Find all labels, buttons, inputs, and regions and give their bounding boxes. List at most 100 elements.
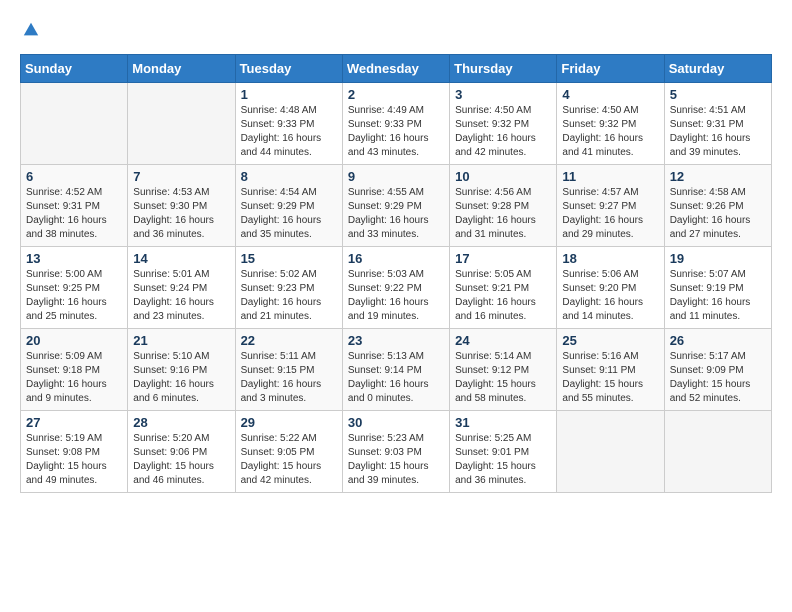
calendar-cell: 10 Sunrise: 4:56 AMSunset: 9:28 PMDayligh… xyxy=(450,165,557,247)
day-number: 8 xyxy=(241,169,337,184)
cell-content: Sunrise: 5:00 AMSunset: 9:25 PMDaylight:… xyxy=(26,268,122,324)
calendar-header-row: SundayMondayTuesdayWednesdayThursdayFrid… xyxy=(21,55,772,83)
day-number: 30 xyxy=(348,415,444,430)
cell-content: Sunrise: 4:56 AMSunset: 9:28 PMDaylight:… xyxy=(455,186,551,242)
weekday-header: Wednesday xyxy=(342,55,449,83)
calendar-cell: 1 Sunrise: 4:48 AMSunset: 9:33 PMDaylight… xyxy=(235,83,342,165)
calendar-cell: 30 Sunrise: 5:23 AMSunset: 9:03 PMDayligh… xyxy=(342,411,449,493)
cell-content: Sunrise: 5:01 AMSunset: 9:24 PMDaylight:… xyxy=(133,268,229,324)
calendar-cell xyxy=(664,411,771,493)
calendar-cell: 21Sunrise: 5:10 AMSunset: 9:16 PMDayligh… xyxy=(128,329,235,411)
day-number: 24 xyxy=(455,333,551,348)
day-number: 19 xyxy=(670,251,766,266)
calendar-week-row: 6 Sunrise: 4:52 AMSunset: 9:31 PMDaylight… xyxy=(21,165,772,247)
calendar-cell: 20 Sunrise: 5:09 AMSunset: 9:18 PMDayligh… xyxy=(21,329,128,411)
calendar-cell xyxy=(557,411,664,493)
calendar-cell: 9Sunrise: 4:55 AMSunset: 9:29 PMDaylight… xyxy=(342,165,449,247)
cell-content: Sunrise: 4:57 AMSunset: 9:27 PMDaylight:… xyxy=(562,186,658,242)
calendar-cell: 15 Sunrise: 5:02 AMSunset: 9:23 PMDayligh… xyxy=(235,247,342,329)
cell-content: Sunrise: 4:50 AMSunset: 9:32 PMDaylight:… xyxy=(455,104,551,160)
calendar-cell: 31 Sunrise: 5:25 AMSunset: 9:01 PMDayligh… xyxy=(450,411,557,493)
day-number: 12 xyxy=(670,169,766,184)
weekday-header: Thursday xyxy=(450,55,557,83)
cell-content: Sunrise: 4:52 AMSunset: 9:31 PMDaylight:… xyxy=(26,186,122,242)
weekday-header: Sunday xyxy=(21,55,128,83)
weekday-header: Friday xyxy=(557,55,664,83)
weekday-header: Monday xyxy=(128,55,235,83)
calendar-week-row: 20 Sunrise: 5:09 AMSunset: 9:18 PMDayligh… xyxy=(21,329,772,411)
cell-content: Sunrise: 5:17 AMSunset: 9:09 PMDaylight:… xyxy=(670,350,766,406)
cell-content: Sunrise: 4:58 AMSunset: 9:26 PMDaylight:… xyxy=(670,186,766,242)
day-number: 26 xyxy=(670,333,766,348)
day-number: 9 xyxy=(348,169,444,184)
day-number: 11 xyxy=(562,169,658,184)
day-number: 23 xyxy=(348,333,444,348)
day-number: 29 xyxy=(241,415,337,430)
logo-text xyxy=(20,20,40,44)
cell-content: Sunrise: 4:53 AMSunset: 9:30 PMDaylight:… xyxy=(133,186,229,242)
cell-content: Sunrise: 5:03 AMSunset: 9:22 PMDaylight:… xyxy=(348,268,444,324)
calendar-cell: 23Sunrise: 5:13 AMSunset: 9:14 PMDayligh… xyxy=(342,329,449,411)
calendar-cell: 29 Sunrise: 5:22 AMSunset: 9:05 PMDayligh… xyxy=(235,411,342,493)
calendar-cell: 14 Sunrise: 5:01 AMSunset: 9:24 PMDayligh… xyxy=(128,247,235,329)
cell-content: Sunrise: 5:05 AMSunset: 9:21 PMDaylight:… xyxy=(455,268,551,324)
day-number: 22 xyxy=(241,333,337,348)
cell-content: Sunrise: 5:09 AMSunset: 9:18 PMDaylight:… xyxy=(26,350,122,406)
page-header xyxy=(20,20,772,44)
calendar-cell xyxy=(21,83,128,165)
day-number: 13 xyxy=(26,251,122,266)
calendar-cell xyxy=(128,83,235,165)
day-number: 16 xyxy=(348,251,444,266)
cell-content: Sunrise: 5:23 AMSunset: 9:03 PMDaylight:… xyxy=(348,432,444,488)
cell-content: Sunrise: 5:19 AMSunset: 9:08 PMDaylight:… xyxy=(26,432,122,488)
day-number: 7 xyxy=(133,169,229,184)
day-number: 2 xyxy=(348,87,444,102)
cell-content: Sunrise: 4:54 AMSunset: 9:29 PMDaylight:… xyxy=(241,186,337,242)
day-number: 4 xyxy=(562,87,658,102)
calendar-cell: 18Sunrise: 5:06 AMSunset: 9:20 PMDayligh… xyxy=(557,247,664,329)
calendar-cell: 26 Sunrise: 5:17 AMSunset: 9:09 PMDayligh… xyxy=(664,329,771,411)
day-number: 3 xyxy=(455,87,551,102)
day-number: 20 xyxy=(26,333,122,348)
cell-content: Sunrise: 4:51 AMSunset: 9:31 PMDaylight:… xyxy=(670,104,766,160)
cell-content: Sunrise: 5:25 AMSunset: 9:01 PMDaylight:… xyxy=(455,432,551,488)
logo-icon xyxy=(22,21,40,39)
cell-content: Sunrise: 5:16 AMSunset: 9:11 PMDaylight:… xyxy=(562,350,658,406)
calendar-cell: 3 Sunrise: 4:50 AMSunset: 9:32 PMDaylight… xyxy=(450,83,557,165)
cell-content: Sunrise: 5:07 AMSunset: 9:19 PMDaylight:… xyxy=(670,268,766,324)
calendar-cell: 5 Sunrise: 4:51 AMSunset: 9:31 PMDaylight… xyxy=(664,83,771,165)
calendar-cell: 7 Sunrise: 4:53 AMSunset: 9:30 PMDaylight… xyxy=(128,165,235,247)
calendar-cell: 27 Sunrise: 5:19 AMSunset: 9:08 PMDayligh… xyxy=(21,411,128,493)
calendar-cell: 11 Sunrise: 4:57 AMSunset: 9:27 PMDayligh… xyxy=(557,165,664,247)
calendar-cell: 24 Sunrise: 5:14 AMSunset: 9:12 PMDayligh… xyxy=(450,329,557,411)
calendar-cell: 6 Sunrise: 4:52 AMSunset: 9:31 PMDaylight… xyxy=(21,165,128,247)
cell-content: Sunrise: 4:48 AMSunset: 9:33 PMDaylight:… xyxy=(241,104,337,160)
day-number: 1 xyxy=(241,87,337,102)
day-number: 10 xyxy=(455,169,551,184)
calendar-week-row: 27 Sunrise: 5:19 AMSunset: 9:08 PMDayligh… xyxy=(21,411,772,493)
day-number: 27 xyxy=(26,415,122,430)
cell-content: Sunrise: 4:50 AMSunset: 9:32 PMDaylight:… xyxy=(562,104,658,160)
cell-content: Sunrise: 5:02 AMSunset: 9:23 PMDaylight:… xyxy=(241,268,337,324)
calendar-cell: 4 Sunrise: 4:50 AMSunset: 9:32 PMDaylight… xyxy=(557,83,664,165)
cell-content: Sunrise: 5:22 AMSunset: 9:05 PMDaylight:… xyxy=(241,432,337,488)
weekday-header: Saturday xyxy=(664,55,771,83)
calendar-cell: 28Sunrise: 5:20 AMSunset: 9:06 PMDayligh… xyxy=(128,411,235,493)
logo xyxy=(20,20,40,44)
day-number: 5 xyxy=(670,87,766,102)
cell-content: Sunrise: 4:49 AMSunset: 9:33 PMDaylight:… xyxy=(348,104,444,160)
cell-content: Sunrise: 5:20 AMSunset: 9:06 PMDaylight:… xyxy=(133,432,229,488)
day-number: 14 xyxy=(133,251,229,266)
day-number: 25 xyxy=(562,333,658,348)
calendar-cell: 22Sunrise: 5:11 AMSunset: 9:15 PMDayligh… xyxy=(235,329,342,411)
calendar-cell: 17 Sunrise: 5:05 AMSunset: 9:21 PMDayligh… xyxy=(450,247,557,329)
calendar-cell: 12 Sunrise: 4:58 AMSunset: 9:26 PMDayligh… xyxy=(664,165,771,247)
day-number: 18 xyxy=(562,251,658,266)
day-number: 31 xyxy=(455,415,551,430)
cell-content: Sunrise: 5:10 AMSunset: 9:16 PMDaylight:… xyxy=(133,350,229,406)
day-number: 15 xyxy=(241,251,337,266)
day-number: 6 xyxy=(26,169,122,184)
day-number: 17 xyxy=(455,251,551,266)
cell-content: Sunrise: 5:14 AMSunset: 9:12 PMDaylight:… xyxy=(455,350,551,406)
calendar-cell: 13 Sunrise: 5:00 AMSunset: 9:25 PMDayligh… xyxy=(21,247,128,329)
